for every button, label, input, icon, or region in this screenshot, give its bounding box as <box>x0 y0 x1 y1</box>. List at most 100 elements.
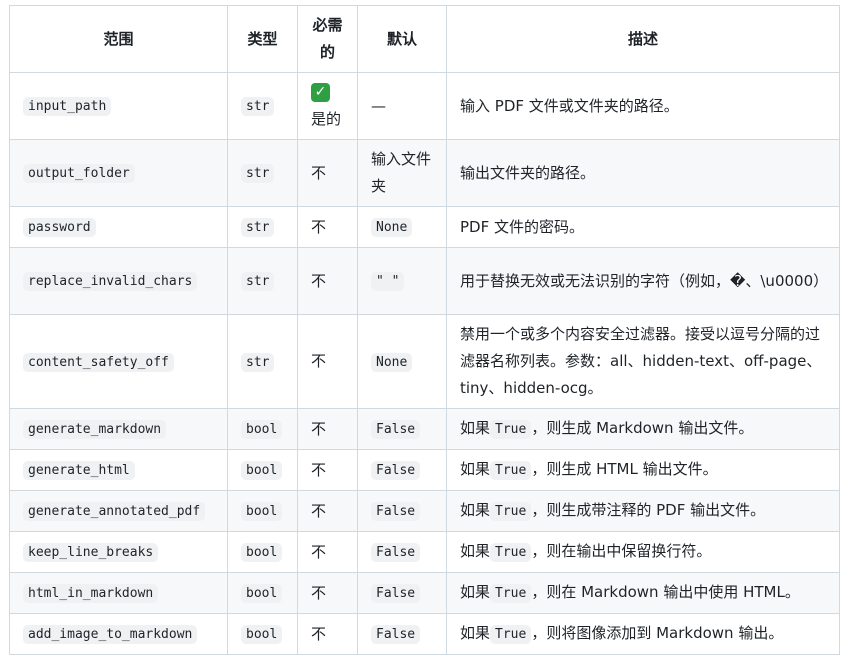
header-description: 描述 <box>446 5 840 73</box>
description-cell: 如果 True ，则在 Markdown 输出中使用 HTML。 <box>446 572 840 614</box>
description-prefix: 如果 <box>460 624 491 642</box>
param-type: bool <box>241 584 283 603</box>
param-name: input_path <box>23 97 112 116</box>
default-cell: False <box>357 613 447 655</box>
default-cell: None <box>357 206 447 248</box>
description-prefix: 如果 <box>460 542 491 560</box>
inline-code: True <box>490 543 532 562</box>
param-name-cell: generate_annotated_pdf <box>9 490 228 532</box>
param-name: content_safety_off <box>23 352 174 372</box>
required-cell: 不 <box>297 490 358 532</box>
param-type: str <box>241 352 275 372</box>
required-cell: 不 <box>297 314 358 409</box>
check-mark-icon: ✓ <box>311 83 330 102</box>
param-name-cell: output_folder <box>9 139 228 207</box>
param-type: bool <box>241 461 283 480</box>
default-cell: — <box>357 72 447 140</box>
param-type: str <box>241 218 275 237</box>
param-name-cell: keep_line_breaks <box>9 531 228 573</box>
param-name: replace_invalid_chars <box>23 272 198 291</box>
type-cell: bool <box>227 408 298 450</box>
header-default: 默认 <box>357 5 447 73</box>
table-row: add_image_to_markdown bool 不 False 如果 Tru… <box>9 613 840 655</box>
param-name-cell: generate_markdown <box>9 408 228 450</box>
param-name-cell: input_path <box>9 72 228 140</box>
description-suffix: ，则在 Markdown 输出中使用 HTML。 <box>531 583 800 601</box>
param-name-cell: replace_invalid_chars <box>9 247 228 315</box>
type-cell: bool <box>227 449 298 491</box>
description-prefix: 如果 <box>460 583 491 601</box>
param-type: str <box>241 164 275 183</box>
inline-code: True <box>490 584 532 603</box>
default-cell: None <box>357 314 447 409</box>
table-row: generate_annotated_pdf bool 不 False 如果 Tr… <box>9 490 840 532</box>
parameter-table-container: 范围 类型 必需的 默认 描述 input_path str ✓ 是的 — 输入… <box>9 5 840 655</box>
required-cell: 不 <box>297 139 358 207</box>
param-name-cell: generate_html <box>9 449 228 491</box>
description-suffix: ，则在输出中保留换行符。 <box>531 542 712 560</box>
param-name: html_in_markdown <box>23 584 159 603</box>
description-cell: 输入 PDF 文件或文件夹的路径。 <box>446 72 840 140</box>
param-name: output_folder <box>23 164 135 183</box>
required-cell: 不 <box>297 206 358 248</box>
required-cell: ✓ 是的 <box>297 72 358 140</box>
header-range: 范围 <box>9 5 228 73</box>
type-cell: str <box>227 247 298 315</box>
default-value: False <box>371 461 421 480</box>
default-value: None <box>371 352 413 372</box>
header-type: 类型 <box>227 5 298 73</box>
description-suffix: ，则将图像添加到 Markdown 输出。 <box>531 624 784 642</box>
required-cell: 不 <box>297 531 358 573</box>
default-value: False <box>371 543 421 562</box>
param-type: str <box>241 272 275 291</box>
param-type: bool <box>241 543 283 562</box>
default-value: " " <box>371 272 405 291</box>
default-value: None <box>371 218 413 237</box>
description-cell: 如果 True ，则生成 HTML 输出文件。 <box>446 449 840 491</box>
default-cell: False <box>357 490 447 532</box>
default-value: False <box>371 584 421 603</box>
param-name: generate_html <box>23 461 135 480</box>
type-cell: bool <box>227 572 298 614</box>
description-cell: 禁用一个或多个内容安全过滤器。接受以逗号分隔的过滤器名称列表。参数：all、hi… <box>446 314 840 409</box>
required-cell: 不 <box>297 449 358 491</box>
table-row: keep_line_breaks bool 不 False 如果 True ，则在输… <box>9 531 840 573</box>
table-row: password str 不 None PDF 文件的密码。 <box>9 206 840 248</box>
description-prefix: 如果 <box>460 419 491 437</box>
table-row: generate_html bool 不 False 如果 True ，则生成 HT… <box>9 449 840 491</box>
default-value: False <box>371 502 421 521</box>
table-header-row: 范围 类型 必需的 默认 描述 <box>9 5 840 73</box>
table-row: html_in_markdown bool 不 False 如果 True ，则在 … <box>9 572 840 614</box>
param-name-cell: html_in_markdown <box>9 572 228 614</box>
type-cell: str <box>227 72 298 140</box>
table-row: replace_invalid_chars str 不 " " 用于替换无效或无… <box>9 247 840 315</box>
required-cell: 不 <box>297 408 358 450</box>
param-name: keep_line_breaks <box>23 543 159 562</box>
required-cell: 不 <box>297 572 358 614</box>
table-row: generate_markdown bool 不 False 如果 True ，则生… <box>9 408 840 450</box>
table-row: content_safety_off str 不 None 禁用一个或多个内容安… <box>9 314 840 409</box>
param-name-cell: add_image_to_markdown <box>9 613 228 655</box>
description-suffix: ，则生成 Markdown 输出文件。 <box>531 419 754 437</box>
type-cell: str <box>227 139 298 207</box>
table-row: input_path str ✓ 是的 — 输入 PDF 文件或文件夹的路径。 <box>9 72 840 140</box>
type-cell: bool <box>227 613 298 655</box>
param-name: generate_markdown <box>23 420 167 439</box>
param-name: password <box>23 218 96 237</box>
param-name-cell: password <box>9 206 228 248</box>
required-cell: 不 <box>297 613 358 655</box>
inline-code: True <box>490 420 532 439</box>
param-type: str <box>241 97 275 116</box>
required-cell: 不 <box>297 247 358 315</box>
default-cell: False <box>357 408 447 450</box>
default-cell: 输入文件夹 <box>357 139 447 207</box>
description-suffix: ，则生成 HTML 输出文件。 <box>531 460 718 478</box>
default-cell: False <box>357 531 447 573</box>
param-name: generate_annotated_pdf <box>23 502 206 521</box>
default-cell: " " <box>357 247 447 315</box>
description-cell: 如果 True ，则生成 Markdown 输出文件。 <box>446 408 840 450</box>
param-type: bool <box>241 420 283 439</box>
description-cell: 输出文件夹的路径。 <box>446 139 840 207</box>
description-cell: 用于替换无效或无法识别的字符（例如，�、\u0000） <box>446 247 840 315</box>
inline-code: True <box>490 502 532 521</box>
